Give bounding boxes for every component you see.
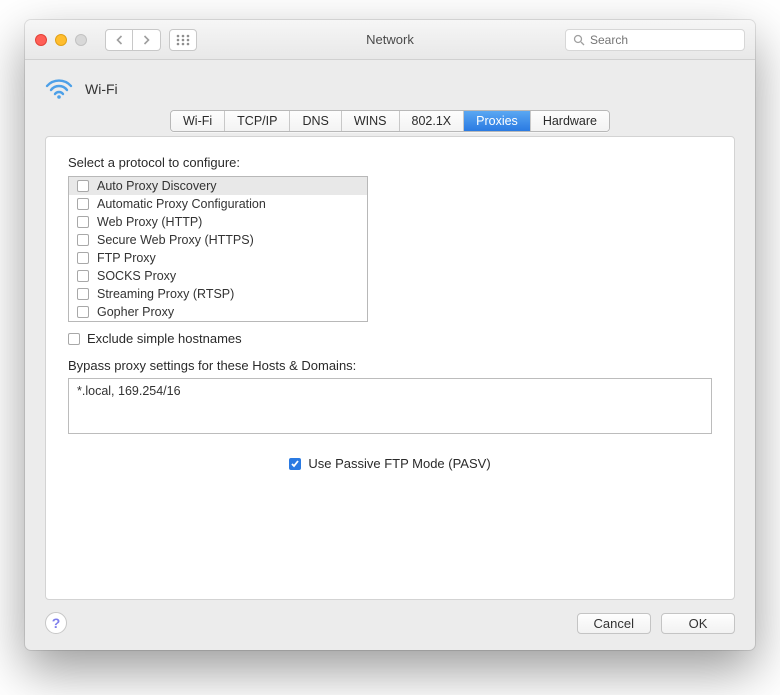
protocol-label: Auto Proxy Discovery: [97, 179, 216, 193]
bypass-textarea[interactable]: [68, 378, 712, 434]
search-input[interactable]: [565, 29, 745, 51]
protocol-checkbox[interactable]: [77, 234, 89, 246]
content-area: Wi-Fi Wi-FiTCP/IPDNSWINS802.1XProxiesHar…: [25, 60, 755, 650]
tab-wins[interactable]: WINS: [342, 111, 400, 131]
protocol-row[interactable]: Streaming Proxy (RTSP): [69, 285, 367, 303]
protocol-checkbox[interactable]: [77, 270, 89, 282]
protocol-checkbox[interactable]: [77, 198, 89, 210]
protocol-section-label: Select a protocol to configure:: [68, 155, 712, 170]
protocol-row[interactable]: Web Proxy (HTTP): [69, 213, 367, 231]
nav-buttons: [105, 29, 161, 51]
protocol-row[interactable]: Gopher Proxy: [69, 303, 367, 321]
pasv-label: Use Passive FTP Mode (PASV): [308, 456, 490, 471]
exclude-hostnames-row: Exclude simple hostnames: [68, 331, 712, 346]
chevron-right-icon: [142, 35, 151, 45]
tab-strip: Wi-FiTCP/IPDNSWINS802.1XProxiesHardware: [45, 110, 735, 132]
protocol-label: Secure Web Proxy (HTTPS): [97, 233, 254, 247]
exclude-hostnames-label: Exclude simple hostnames: [87, 331, 242, 346]
bypass-label: Bypass proxy settings for these Hosts & …: [68, 358, 712, 373]
window-title: Network: [366, 32, 414, 47]
protocol-label: Automatic Proxy Configuration: [97, 197, 266, 211]
protocol-checkbox[interactable]: [77, 180, 89, 192]
tab-tcp-ip[interactable]: TCP/IP: [225, 111, 290, 131]
protocol-row[interactable]: Automatic Proxy Configuration: [69, 195, 367, 213]
tab-dns[interactable]: DNS: [290, 111, 341, 131]
forward-button[interactable]: [133, 29, 161, 51]
protocol-row[interactable]: FTP Proxy: [69, 249, 367, 267]
cancel-button[interactable]: Cancel: [577, 613, 651, 634]
connection-header: Wi-Fi: [45, 78, 735, 100]
chevron-left-icon: [115, 35, 124, 45]
close-button[interactable]: [35, 34, 47, 46]
grid-icon: [176, 34, 190, 46]
connection-label: Wi-Fi: [85, 81, 118, 97]
protocol-checkbox[interactable]: [77, 288, 89, 300]
ok-button[interactable]: OK: [661, 613, 735, 634]
protocol-label: Gopher Proxy: [97, 305, 174, 319]
protocol-row[interactable]: Secure Web Proxy (HTTPS): [69, 231, 367, 249]
tab-802-1x[interactable]: 802.1X: [400, 111, 465, 131]
titlebar: Network: [25, 20, 755, 60]
protocol-label: FTP Proxy: [97, 251, 156, 265]
tab-hardware[interactable]: Hardware: [531, 111, 609, 131]
proxies-panel: Select a protocol to configure: Auto Pro…: [45, 136, 735, 600]
preferences-window: Network Wi-Fi Wi-FiTCP/IPDNSWINS802.1XPr…: [25, 20, 755, 650]
protocol-list[interactable]: Auto Proxy Discovery Automatic Proxy Conf…: [68, 176, 368, 322]
tab-wi-fi[interactable]: Wi-Fi: [171, 111, 225, 131]
back-button[interactable]: [105, 29, 133, 51]
help-button[interactable]: ?: [45, 612, 67, 634]
protocol-checkbox[interactable]: [77, 306, 89, 318]
wifi-icon: [45, 78, 73, 100]
protocol-row[interactable]: SOCKS Proxy: [69, 267, 367, 285]
protocol-label: SOCKS Proxy: [97, 269, 176, 283]
tab-proxies[interactable]: Proxies: [464, 111, 531, 131]
maximize-button[interactable]: [75, 34, 87, 46]
search-wrap: [565, 29, 745, 51]
show-all-button[interactable]: [169, 29, 197, 51]
pasv-checkbox[interactable]: [289, 458, 301, 470]
traffic-lights: [35, 34, 87, 46]
tabs: Wi-FiTCP/IPDNSWINS802.1XProxiesHardware: [170, 110, 610, 132]
minimize-button[interactable]: [55, 34, 67, 46]
protocol-label: Streaming Proxy (RTSP): [97, 287, 234, 301]
protocol-label: Web Proxy (HTTP): [97, 215, 202, 229]
footer: ? Cancel OK: [45, 600, 735, 634]
search-icon: [573, 34, 585, 46]
exclude-hostnames-checkbox[interactable]: [68, 333, 80, 345]
protocol-checkbox[interactable]: [77, 252, 89, 264]
protocol-row[interactable]: Auto Proxy Discovery: [69, 177, 367, 195]
pasv-row: Use Passive FTP Mode (PASV): [68, 456, 712, 471]
protocol-checkbox[interactable]: [77, 216, 89, 228]
